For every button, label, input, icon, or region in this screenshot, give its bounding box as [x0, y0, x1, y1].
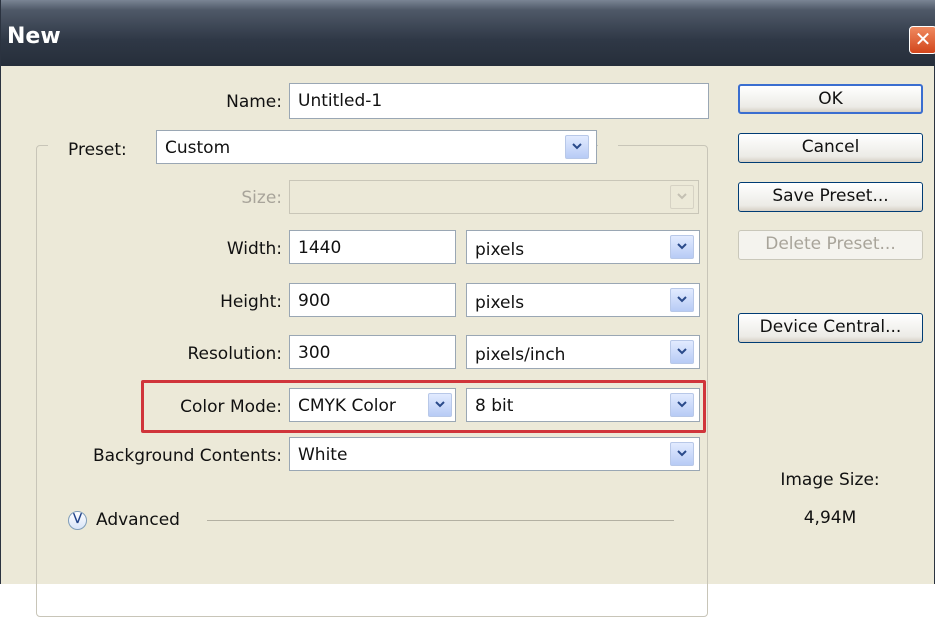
background-contents-label: Background Contents:: [92, 446, 282, 466]
ok-button[interactable]: OK: [738, 84, 923, 114]
background-contents-dropdown-arrow-icon[interactable]: [670, 442, 694, 466]
close-icon: ✕: [914, 27, 932, 51]
preset-value: Custom: [165, 138, 231, 158]
width-unit-value: pixels: [475, 240, 525, 260]
chevron-double-down-icon[interactable]: ⋁: [68, 511, 87, 530]
size-select[interactable]: [289, 180, 699, 214]
preset-label: Preset:: [48, 140, 172, 160]
dialog-body: Name: Untitled-1 Preset: Custom Size: Wi…: [10, 67, 927, 617]
dialog-title: New: [7, 24, 61, 49]
device-central-button[interactable]: Device Central...: [738, 313, 923, 343]
width-unit-dropdown-arrow-icon[interactable]: [670, 235, 694, 259]
new-document-dialog: New ✕ Name: Untitled-1 Preset: Custom Si…: [0, 0, 935, 617]
resolution-unit-value: pixels/inch: [475, 345, 566, 365]
height-input[interactable]: 900: [289, 283, 456, 317]
title-bar[interactable]: New ✕: [1, 0, 935, 66]
color-mode-highlight-box: [141, 380, 706, 433]
width-input[interactable]: 1440: [289, 230, 456, 264]
height-unit-value: pixels: [475, 293, 525, 313]
resolution-label: Resolution:: [187, 344, 282, 364]
image-size-value: 4,94M: [803, 508, 857, 528]
advanced-divider: [207, 520, 674, 521]
name-input[interactable]: Untitled-1: [289, 83, 709, 119]
delete-preset-button: Delete Preset...: [738, 230, 923, 260]
advanced-label[interactable]: Advanced: [96, 510, 180, 530]
width-label: Width:: [226, 239, 282, 259]
resolution-unit-dropdown-arrow-icon[interactable]: [670, 340, 694, 364]
height-unit-dropdown-arrow-icon[interactable]: [670, 288, 694, 312]
resolution-input[interactable]: 300: [289, 335, 456, 369]
resolution-unit-select[interactable]: pixels/inch: [466, 335, 700, 369]
background-contents-value: White: [298, 445, 348, 465]
preset-dropdown-arrow-icon[interactable]: [565, 135, 589, 159]
cancel-button[interactable]: Cancel: [738, 133, 923, 163]
image-size-label: Image Size:: [780, 470, 880, 490]
height-unit-select[interactable]: pixels: [466, 283, 700, 317]
name-label: Name:: [226, 92, 282, 112]
size-label: Size:: [241, 188, 282, 208]
height-label: Height:: [220, 292, 282, 312]
background-contents-select[interactable]: White: [289, 437, 700, 471]
size-dropdown-arrow-icon: [670, 185, 694, 209]
width-unit-select[interactable]: pixels: [466, 230, 700, 264]
preset-select[interactable]: Custom: [156, 130, 597, 164]
close-button[interactable]: ✕: [909, 26, 935, 54]
save-preset-button[interactable]: Save Preset...: [738, 182, 923, 212]
